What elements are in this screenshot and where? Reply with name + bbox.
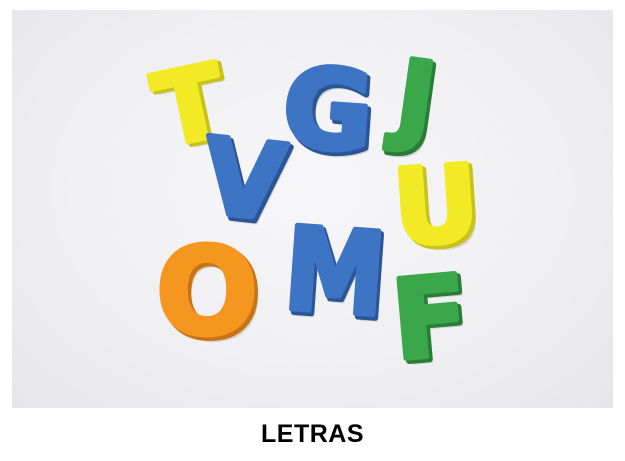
foam-letter-g-face: G	[278, 43, 377, 177]
foam-letter-o-face: O	[156, 224, 258, 363]
foam-letter-o: OOO	[153, 221, 264, 370]
foam-letter-f-face: F	[387, 251, 473, 385]
foam-letter-f: FFF	[384, 248, 479, 391]
caption-title: LETRAS	[261, 420, 364, 448]
foam-letter-g: GGG	[276, 41, 383, 185]
foam-letter-m: MMM	[278, 199, 395, 350]
foam-letters-illustration: TTTVVVGGG JJJUUUOOO MMM FFF	[142, 34, 489, 391]
letters-photo: TTTVVVGGGJJJUUUOOOMMMFFF	[12, 10, 613, 408]
foam-letter-m-face: M	[280, 201, 390, 343]
foam-letter-u-face: U	[389, 142, 483, 270]
